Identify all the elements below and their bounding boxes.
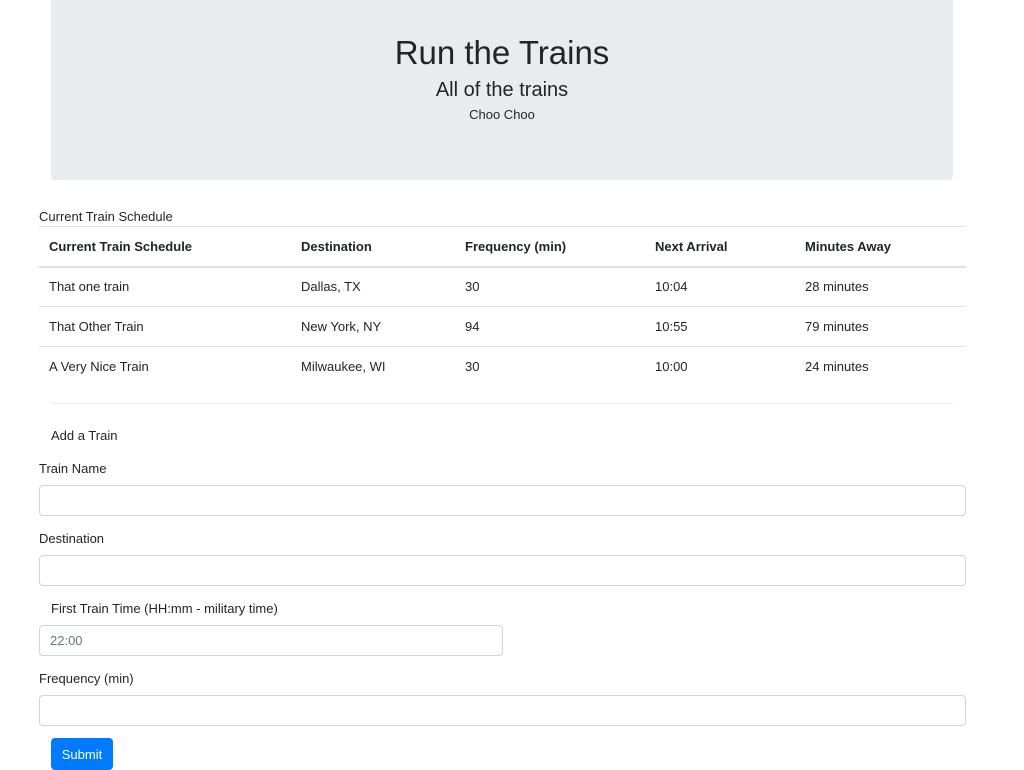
cell-minutes-away: 79 minutes <box>795 306 966 347</box>
frequency-input[interactable] <box>39 695 966 726</box>
table-row: A Very Nice Train Milwaukee, WI 30 10:00… <box>39 346 966 387</box>
submit-button[interactable]: Submit <box>51 738 113 770</box>
cell-minutes-away: 28 minutes <box>795 266 966 307</box>
column-header-train: Current Train Schedule <box>39 226 291 268</box>
column-header-next-arrival: Next Arrival <box>645 226 795 268</box>
page-subtitle: All of the trains <box>435 79 569 101</box>
cell-frequency: 30 <box>455 266 645 307</box>
destination-label: Destination <box>39 531 105 546</box>
table-row: That Other Train New York, NY 94 10:55 7… <box>39 306 966 347</box>
train-name-input[interactable] <box>39 485 966 516</box>
schedule-caption: Current Train Schedule <box>39 209 173 224</box>
section-divider <box>51 403 953 404</box>
train-schedule-table: Current Train Schedule Destination Frequ… <box>39 226 966 387</box>
cell-destination: Dallas, TX <box>291 266 455 307</box>
table-row: That one train Dallas, TX 30 10:04 28 mi… <box>39 266 966 307</box>
destination-input[interactable] <box>39 555 966 586</box>
cell-destination: Milwaukee, WI <box>291 346 455 387</box>
cell-frequency: 94 <box>455 306 645 347</box>
first-train-time-label: First Train Time (HH:mm - military time) <box>51 601 278 616</box>
cell-destination: New York, NY <box>291 306 455 347</box>
train-name-label: Train Name <box>39 461 107 476</box>
page-title: Run the Trains <box>394 34 610 71</box>
cell-train-name: That one train <box>39 266 291 307</box>
cell-frequency: 30 <box>455 346 645 387</box>
cell-next-arrival: 10:04 <box>645 266 795 307</box>
frequency-label: Frequency (min) <box>39 671 134 686</box>
first-train-time-input[interactable] <box>39 625 503 656</box>
header-jumbotron: Run the Trains All of the trains Choo Ch… <box>51 0 953 180</box>
column-header-destination: Destination <box>291 226 455 268</box>
cell-minutes-away: 24 minutes <box>795 346 966 387</box>
form-heading: Add a Train <box>51 428 118 443</box>
column-header-minutes-away: Minutes Away <box>795 226 966 268</box>
cell-next-arrival: 10:00 <box>645 346 795 387</box>
cell-train-name: That Other Train <box>39 306 291 347</box>
cell-train-name: A Very Nice Train <box>39 346 291 387</box>
cell-next-arrival: 10:55 <box>645 306 795 347</box>
table-header-row: Current Train Schedule Destination Frequ… <box>39 226 966 268</box>
column-header-frequency: Frequency (min) <box>455 226 645 268</box>
page-tagline: Choo Choo <box>469 107 535 122</box>
